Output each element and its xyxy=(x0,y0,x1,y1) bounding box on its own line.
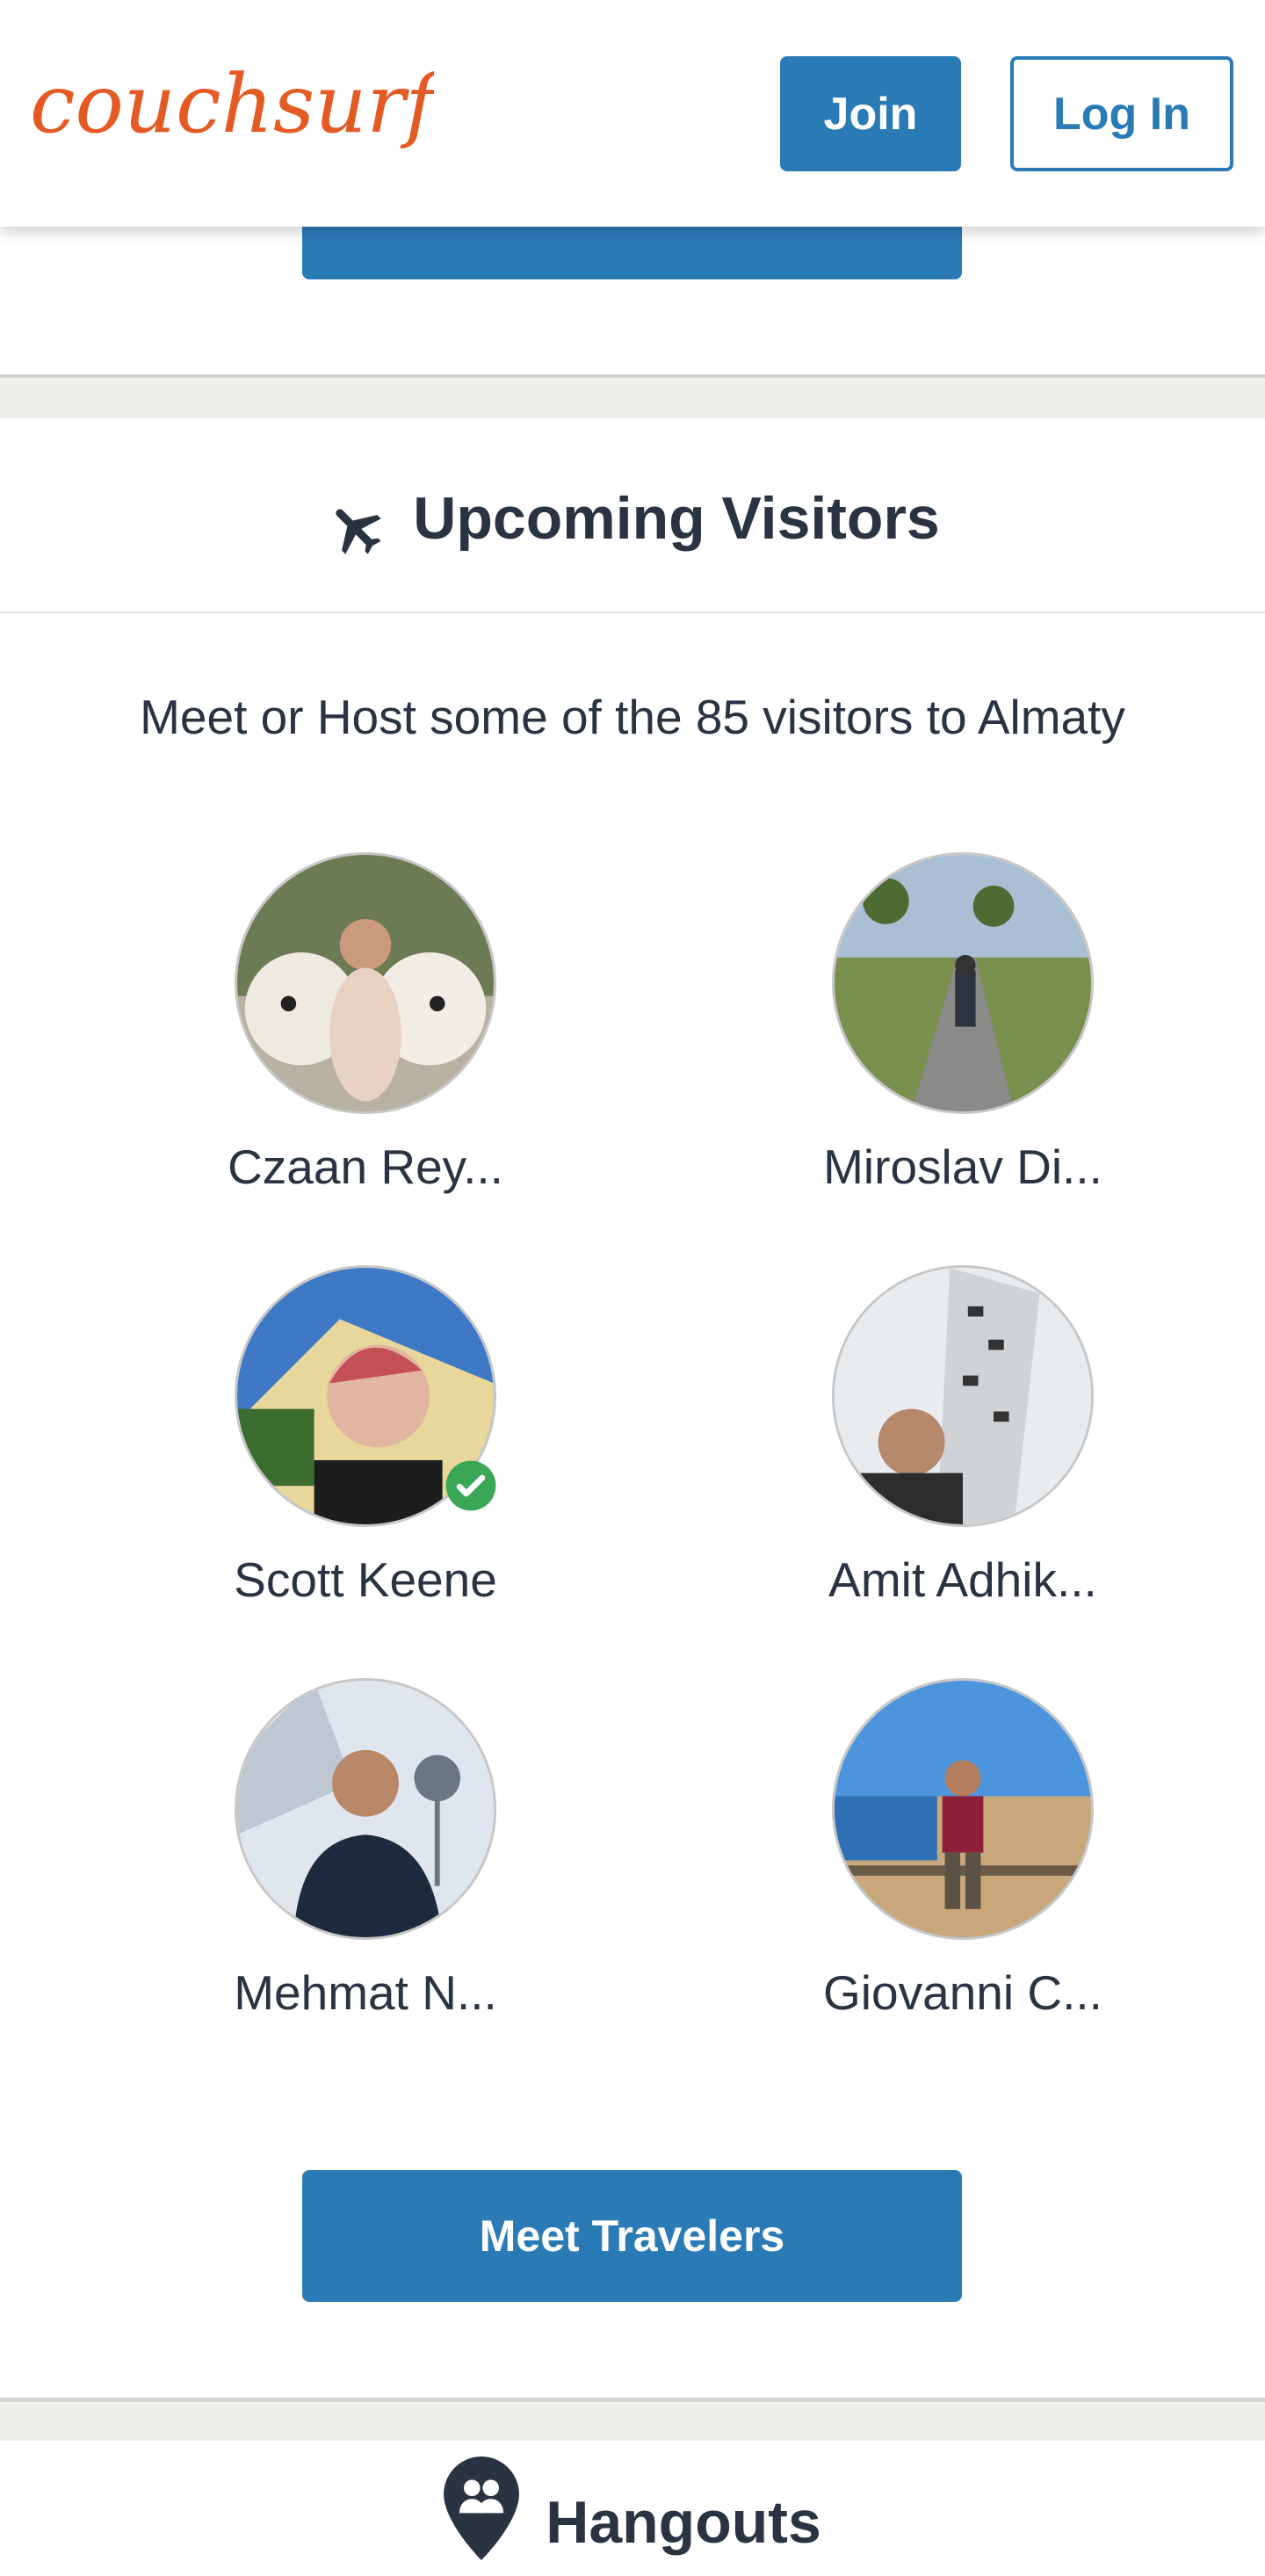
avatar-container xyxy=(235,852,496,1114)
visitor-name: Czaan Rey... xyxy=(228,1140,503,1194)
avatar-container xyxy=(235,1678,496,1940)
visitor-name: Giovanni C... xyxy=(823,1965,1102,2020)
join-button-label: Join xyxy=(823,88,918,140)
avatar-container xyxy=(832,1265,1094,1527)
hangouts-section: Hangouts xyxy=(0,2441,1265,2576)
visitor-name: Miroslav Di... xyxy=(823,1140,1102,1194)
visitor-card[interactable]: Miroslav Di... xyxy=(770,852,1156,1195)
avatar-photo xyxy=(835,1268,1091,1524)
airplane-icon xyxy=(336,509,381,554)
avatar xyxy=(235,852,496,1114)
avatar-container xyxy=(832,852,1094,1114)
join-button[interactable]: Join xyxy=(780,56,961,171)
visitor-name: Amit Adhik... xyxy=(828,1552,1097,1607)
visitor-card[interactable]: Scott Keene xyxy=(172,1265,559,1608)
location-pin-icon xyxy=(444,2457,520,2560)
avatar-photo xyxy=(237,1681,494,1937)
logo-text: couchsurfing xyxy=(30,57,434,151)
visitor-card[interactable]: Czaan Rey... xyxy=(172,852,559,1195)
avatar-photo xyxy=(835,1681,1091,1937)
logo-wordmark: couchsurfing xyxy=(30,57,563,151)
section-title: Upcoming Visitors xyxy=(413,485,940,552)
visitor-card[interactable]: Mehmat N... xyxy=(172,1678,559,2021)
avatar-container xyxy=(235,1265,496,1527)
avatar xyxy=(832,1678,1094,1940)
couchsurfing-logo[interactable]: couchsurfing xyxy=(30,35,563,185)
site-header: couchsurfing Join Log In xyxy=(0,0,1265,227)
avatar-container xyxy=(832,1678,1094,1940)
avatar xyxy=(832,852,1094,1114)
section-header: Upcoming Visitors xyxy=(0,418,1265,613)
login-button[interactable]: Log In xyxy=(1010,56,1233,171)
login-button-label: Log In xyxy=(1053,88,1190,140)
upcoming-visitors-section: Upcoming Visitors Meet or Host some of t… xyxy=(0,418,1265,2402)
meet-travelers-label: Meet Travelers xyxy=(479,2211,785,2261)
verified-badge-icon xyxy=(445,1460,496,1511)
visitor-card[interactable]: Giovanni C... xyxy=(770,1678,1156,2021)
visitor-name: Scott Keene xyxy=(234,1552,497,1607)
meet-travelers-button[interactable]: Meet Travelers xyxy=(302,2170,962,2302)
avatar-photo xyxy=(835,855,1091,1111)
avatar-photo xyxy=(237,855,494,1111)
visitors-intro-text: Meet or Host some of the 85 visitors to … xyxy=(140,690,1125,744)
avatar xyxy=(235,1678,496,1940)
visitor-name: Mehmat N... xyxy=(234,1965,497,2020)
visitor-card[interactable]: Amit Adhik... xyxy=(770,1265,1156,1608)
hangouts-title: Hangouts xyxy=(546,2489,821,2556)
avatar xyxy=(832,1265,1094,1527)
